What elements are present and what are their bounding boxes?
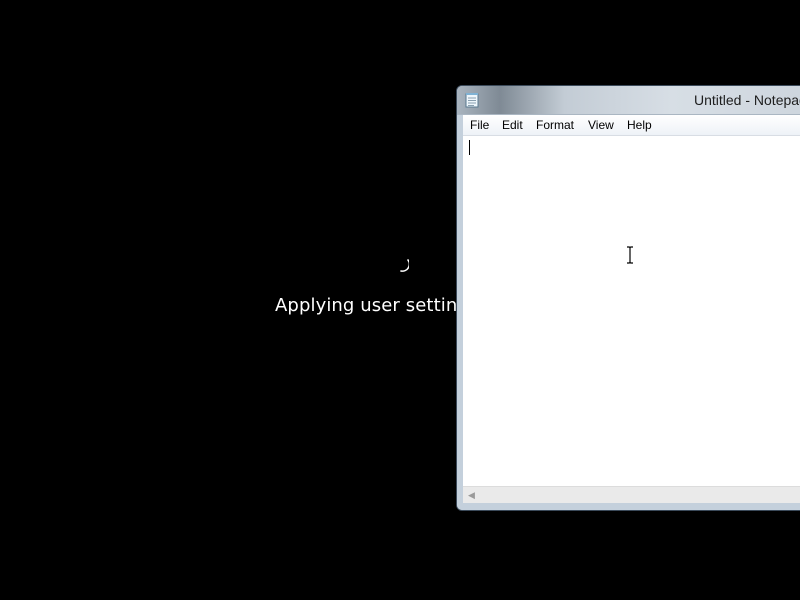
horizontal-scrollbar[interactable]: ◀ bbox=[463, 486, 800, 504]
loading-spinner-icon bbox=[400, 259, 409, 272]
status-text: Applying user settings bbox=[275, 295, 479, 316]
notepad-window[interactable]: Untitled - Notepad File Edit Format View… bbox=[456, 85, 800, 511]
notepad-icon[interactable] bbox=[465, 92, 479, 108]
desktop-screen: Applying user settings Untitled - Notepa… bbox=[0, 0, 800, 600]
menu-file[interactable]: File bbox=[470, 118, 489, 132]
menu-format[interactable]: Format bbox=[536, 118, 574, 132]
title-bar[interactable]: Untitled - Notepad bbox=[457, 86, 800, 115]
window-bottom-frame bbox=[457, 503, 800, 510]
menu-edit[interactable]: Edit bbox=[502, 118, 523, 132]
menu-view[interactable]: View bbox=[588, 118, 614, 132]
menu-bar: File Edit Format View Help bbox=[463, 115, 800, 136]
scroll-left-arrow-icon[interactable]: ◀ bbox=[463, 487, 480, 504]
menu-help[interactable]: Help bbox=[627, 118, 652, 132]
ibeam-cursor-icon bbox=[627, 246, 633, 264]
text-caret bbox=[469, 140, 470, 155]
text-editor-area[interactable] bbox=[463, 136, 800, 486]
window-title: Untitled - Notepad bbox=[694, 92, 800, 108]
